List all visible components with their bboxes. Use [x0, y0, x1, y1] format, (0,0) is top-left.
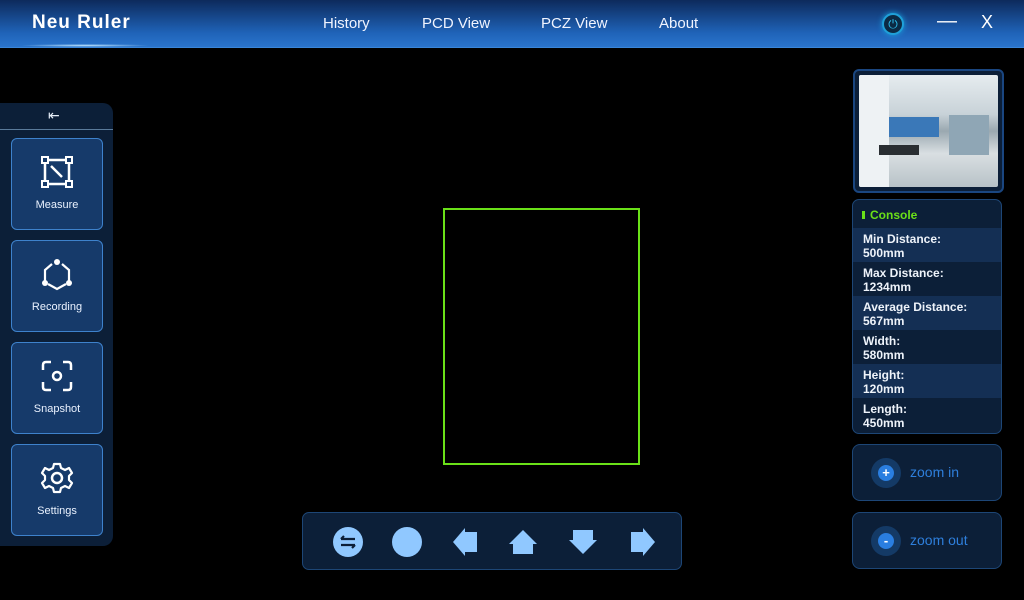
row-value: 450mm — [863, 416, 905, 430]
console-title: Console — [853, 200, 1001, 228]
plus-icon: + — [878, 465, 894, 481]
row-value: 120mm — [863, 382, 905, 396]
row-label: Max Distance: — [863, 266, 944, 280]
arrow-down-icon[interactable] — [567, 526, 599, 558]
measure-label: Measure — [35, 199, 79, 211]
nav-pcd-view[interactable]: PCD View — [422, 15, 490, 32]
power-icon[interactable]: ⏻ — [882, 13, 904, 35]
row-label: Height: — [863, 368, 905, 382]
row-value: 567mm — [863, 314, 905, 328]
zoom-in-label: zoom in — [910, 464, 960, 480]
nav-pcz-view[interactable]: PCZ View — [541, 15, 607, 32]
camera-preview[interactable] — [853, 69, 1004, 193]
row-label: Average Distance: — [863, 300, 968, 314]
console-row-length: Length: 450mm — [853, 398, 1001, 432]
console-panel: Console Min Distance: 500mm Max Distance:… — [852, 199, 1002, 434]
snapshot-button[interactable]: Snapshot — [11, 342, 103, 434]
console-row-max-distance: Max Distance: 1234mm — [853, 262, 1001, 296]
arrow-up-icon[interactable] — [507, 526, 539, 558]
row-label: Width: — [863, 334, 901, 348]
row-value: 500mm — [863, 246, 905, 260]
recording-button[interactable]: Recording — [11, 240, 103, 332]
view-control-bar — [302, 512, 682, 570]
console-row-min-distance: Min Distance: 500mm — [853, 228, 1001, 262]
camera-image — [859, 75, 998, 187]
measure-button[interactable]: Measure — [11, 138, 103, 230]
minimize-button[interactable]: — — [937, 10, 957, 33]
app-title: Neu Ruler — [32, 12, 131, 33]
measure-icon — [41, 156, 73, 188]
console-row-average-distance: Average Distance: 567mm — [853, 296, 1001, 330]
recording-icon — [42, 259, 72, 291]
arrow-left-icon[interactable] — [451, 526, 483, 558]
snapshot-label: Snapshot — [33, 403, 81, 415]
zoom-out-label: zoom out — [910, 532, 968, 548]
zoom-out-button[interactable]: - zoom out — [852, 512, 1002, 569]
nav-history[interactable]: History — [323, 15, 370, 32]
tool-sidebar: ⇤ Measure Recording Snapshot Settings — [0, 103, 113, 546]
zoom-in-button[interactable]: + zoom in — [852, 444, 1002, 501]
title-glow — [20, 44, 150, 47]
arrow-right-icon[interactable] — [625, 526, 657, 558]
close-button[interactable]: X — [981, 12, 993, 33]
recording-label: Recording — [31, 301, 83, 313]
row-label: Length: — [863, 402, 907, 416]
row-value: 1234mm — [863, 280, 912, 294]
snapshot-icon — [41, 360, 73, 392]
settings-label: Settings — [37, 505, 77, 517]
nav-about[interactable]: About — [659, 15, 698, 32]
detection-bounding-box — [443, 208, 640, 465]
record-circle-icon[interactable] — [391, 526, 423, 558]
sidebar-divider — [0, 129, 113, 130]
console-row-width: Width: 580mm — [853, 330, 1001, 364]
zoom-out-icon: - — [871, 526, 901, 556]
title-bar: Neu Ruler History PCD View PCZ View Abou… — [0, 0, 1024, 48]
minus-icon: - — [878, 533, 894, 549]
zoom-in-icon: + — [871, 458, 901, 488]
menu-collapse-icon[interactable]: ⇤ — [48, 107, 60, 124]
row-value: 580mm — [863, 348, 905, 362]
settings-button[interactable]: Settings — [11, 444, 103, 536]
gear-icon — [40, 462, 74, 494]
row-label: Min Distance: — [863, 232, 942, 246]
console-row-height: Height: 120mm — [853, 364, 1001, 398]
swap-icon[interactable] — [332, 526, 364, 558]
